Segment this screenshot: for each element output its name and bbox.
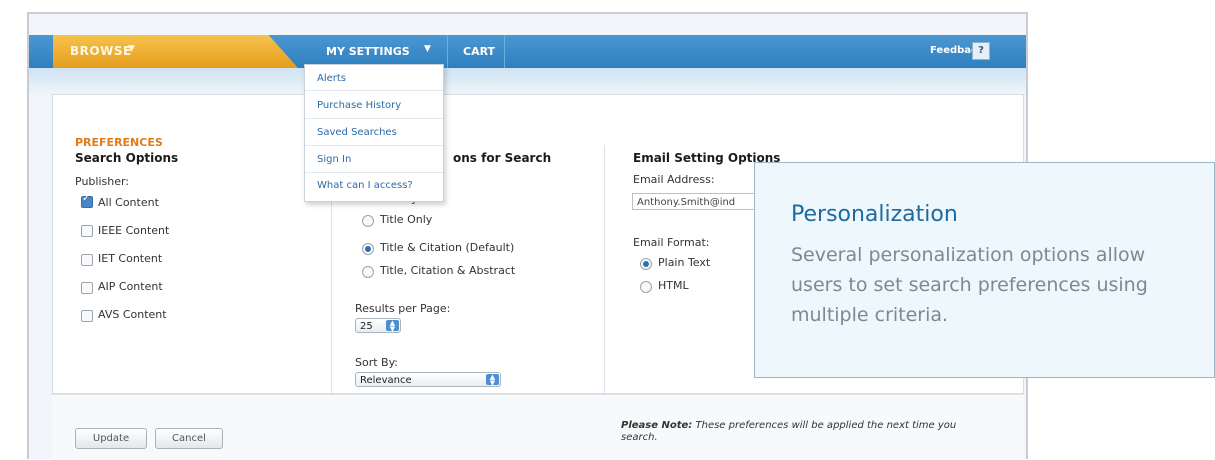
dropdown-divider (305, 90, 443, 91)
select-arrows-icon: ▲ ▼ (386, 320, 399, 333)
title-citation-radio[interactable] (362, 243, 374, 255)
publisher-option-label: IEEE Content (98, 224, 170, 237)
sort-by-select[interactable]: Relevance ▲ ▼ (355, 372, 501, 387)
html-radio[interactable] (640, 281, 652, 293)
search-options-heading: Search Options (75, 151, 179, 165)
nav-divider (447, 35, 448, 68)
dropdown-divider (305, 145, 443, 146)
my-settings-tab[interactable]: MY SETTINGS (326, 45, 410, 58)
publisher-option-label: All Content (98, 196, 159, 209)
all-content-checkbox[interactable] (81, 193, 93, 208)
nav-divider (504, 35, 505, 68)
results-per-page-select[interactable]: 25 ▲ ▼ (355, 318, 401, 333)
dropdown-item-what-can-i-access[interactable]: What can I access? (317, 180, 413, 191)
dropdown-item-sign-in[interactable]: Sign In (317, 154, 351, 165)
preferences-title: PREFERENCES (75, 136, 163, 149)
iet-content-checkbox[interactable] (81, 254, 93, 266)
chevron-down-icon: ▼ (424, 44, 431, 54)
update-button[interactable]: Update (75, 428, 147, 449)
chevron-down-icon: ▼ (128, 44, 135, 54)
plain-text-radio[interactable] (640, 258, 652, 270)
publisher-option-label: AIP Content (98, 280, 163, 293)
dropdown-divider (305, 118, 443, 119)
email-address-label: Email Address: (633, 173, 715, 186)
cart-tab[interactable]: CART (463, 45, 495, 58)
preferences-note: Please Note: These preferences will be a… (621, 420, 981, 444)
layout-option-label: Title, Citation & Abstract (380, 264, 516, 277)
title-citation-abstract-radio[interactable] (362, 266, 374, 278)
format-option-label: Plain Text (658, 256, 711, 269)
title-only-radio[interactable] (362, 215, 374, 227)
callout-title: Personalization (791, 202, 958, 227)
sub-header-band (29, 68, 1026, 96)
browse-tab-label[interactable]: BROWSE (70, 44, 132, 58)
publisher-label: Publisher: (75, 175, 130, 188)
aip-content-checkbox[interactable] (81, 282, 93, 294)
sort-by-value: Relevance (360, 375, 412, 386)
help-icon[interactable]: ? (972, 42, 990, 60)
sort-by-label: Sort By: (355, 356, 399, 369)
note-bold-label: Please Note: (621, 420, 693, 431)
avs-content-checkbox[interactable] (81, 310, 93, 322)
publisher-option-label: AVS Content (98, 308, 167, 321)
email-format-label: Email Format: (633, 236, 710, 249)
format-option-label: HTML (658, 279, 689, 292)
callout-body: Several personalization options allow us… (791, 244, 1148, 326)
publisher-option-label: IET Content (98, 252, 163, 265)
results-per-page-label: Results per Page: (355, 302, 451, 315)
email-address-field[interactable]: Anthony.Smith@ind (632, 193, 758, 210)
cancel-button[interactable]: Cancel (155, 428, 223, 449)
layout-option-label: Title Only (380, 213, 433, 226)
dropdown-item-purchase-history[interactable]: Purchase History (317, 100, 401, 111)
results-per-page-value: 25 (360, 321, 373, 332)
select-arrows-icon: ▲ ▼ (486, 374, 499, 387)
email-address-value: Anthony.Smith@ind (637, 197, 736, 208)
display-options-heading: ons for Search (453, 151, 552, 165)
dropdown-divider (305, 172, 443, 173)
layout-option-label: Title & Citation (Default) (380, 241, 515, 254)
ieee-content-checkbox[interactable] (81, 225, 93, 237)
column-divider (604, 145, 605, 393)
dropdown-item-alerts[interactable]: Alerts (317, 73, 346, 84)
dropdown-item-saved-searches[interactable]: Saved Searches (317, 127, 397, 138)
